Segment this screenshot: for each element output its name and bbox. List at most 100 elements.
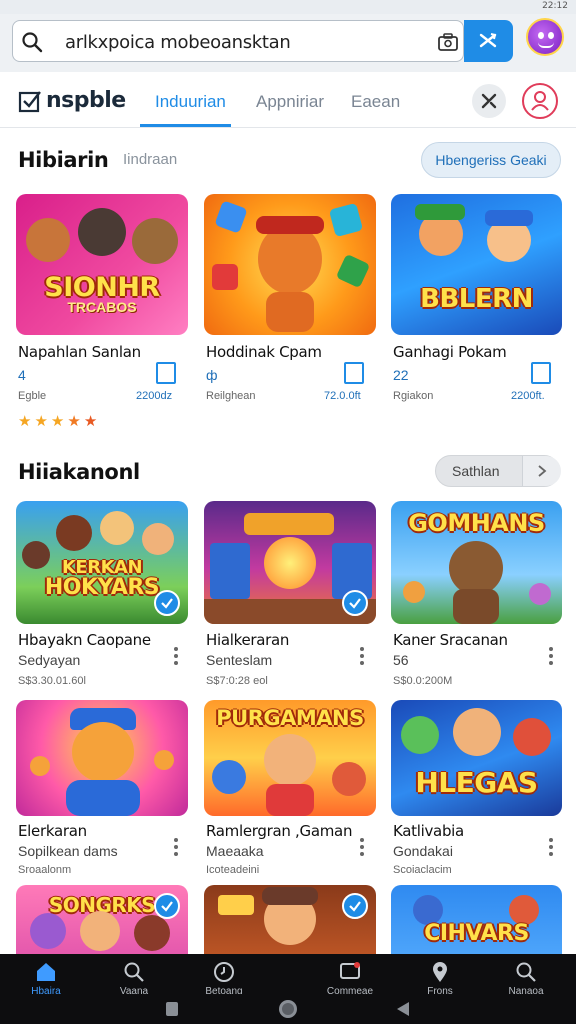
star-icon: ★ (83, 413, 98, 430)
search-bar: arlkxpoica mobeoansktan (0, 14, 576, 72)
search-submit-button[interactable] (464, 20, 513, 62)
game-art-subtitle: TRCABOS (67, 299, 137, 315)
character-hat (256, 216, 324, 234)
clock-icon (214, 962, 234, 982)
home-icon (37, 963, 55, 981)
game-thumbnail[interactable]: KERKAN HOKYARS (16, 501, 188, 624)
game-name: Hoddinak Cpam (206, 343, 322, 361)
game-card[interactable]: Elerkaran Sopilkean dams Sroaalonm (16, 700, 188, 880)
camera-icon[interactable] (437, 32, 459, 52)
game-thumbnail[interactable]: SIONHR TRCABOS (16, 194, 188, 335)
more-options-icon[interactable] (360, 838, 364, 859)
home-circle-icon[interactable] (277, 998, 299, 1020)
shuffle-icon (479, 33, 497, 48)
tab-eaean[interactable]: Eaean (351, 92, 400, 112)
character-hand (154, 750, 174, 770)
more-options-icon[interactable] (174, 838, 178, 859)
game-card[interactable]: CIHVARS (391, 885, 563, 954)
game-thumbnail[interactable]: PURGAMANS (204, 700, 376, 816)
back-triangle-icon[interactable] (395, 1000, 411, 1018)
game-thumbnail[interactable]: CIHVARS (391, 885, 562, 954)
more-options-icon[interactable] (549, 838, 553, 859)
bottom-nav-nanaoa[interactable]: Nanaoa (490, 960, 562, 997)
tools-button[interactable] (472, 84, 506, 118)
character-body (453, 589, 499, 624)
character (401, 716, 439, 754)
dice (212, 264, 238, 290)
arcade-machine (210, 543, 250, 599)
document-icon[interactable] (344, 362, 364, 384)
game-card[interactable]: SONGRKS (16, 885, 188, 954)
tab-appniriar[interactable]: Appniriar (256, 92, 324, 112)
game-thumbnail[interactable]: BBLERN (391, 194, 562, 335)
bottom-nav-commeae[interactable]: Commeae (314, 960, 386, 997)
game-thumbnail[interactable]: GOMHANS (391, 501, 562, 624)
game-card[interactable]: KERKAN HOKYARS Hbayakn Caopane Sedyayan … (16, 501, 188, 691)
game-art-title: CIHVARS (424, 921, 529, 946)
game-card[interactable]: PURGAMANS Ramlergran ,Gaman Maeaaka Icot… (204, 700, 376, 880)
more-options-icon[interactable] (360, 647, 364, 668)
game-price: Sroaalonm (18, 864, 72, 876)
active-tab-indicator (140, 124, 231, 127)
game-thumbnail[interactable]: HLEGAS (391, 700, 562, 816)
star-icon: ★ (34, 413, 48, 430)
document-icon[interactable] (531, 362, 551, 384)
game-name: Kaner Sracanan (393, 631, 508, 649)
bottom-nav-betoang[interactable]: Betoang (188, 960, 260, 997)
bottom-nav-frons[interactable]: Frons (404, 960, 476, 997)
character (132, 218, 178, 264)
game-developer: Sedyayan (18, 652, 81, 668)
game-thumbnail[interactable]: SONGRKS (16, 885, 188, 954)
game-price: Icoteadeini (206, 864, 260, 876)
profile-button[interactable] (522, 83, 558, 119)
tab-induurian[interactable]: Induurian (155, 92, 226, 112)
game-thumbnail[interactable] (204, 194, 376, 335)
bottom-nav-search[interactable]: Vaana (98, 960, 170, 997)
section-action-label: Sathlan (452, 463, 500, 479)
avatar-mouth (538, 42, 554, 48)
avatar-eye (538, 32, 544, 39)
back-square-icon[interactable] (164, 1000, 180, 1018)
character-hair (262, 887, 318, 905)
section-action-button[interactable]: Hbengeriss Geaki (421, 142, 561, 178)
game-card[interactable]: Hialkeraran Senteslam S$7:0:28 eol (204, 501, 376, 691)
search-icon (22, 32, 43, 53)
game-card[interactable] (204, 885, 376, 954)
top-nav: nspble Induurian Appniriar Eaean (0, 72, 576, 128)
game-card[interactable]: Hoddinak Cpam ф Reilghean 72.0.0ft (204, 194, 376, 404)
character (26, 218, 70, 262)
game-name: Ganhagi Pokam (393, 343, 507, 361)
game-thumbnail[interactable] (204, 885, 376, 954)
character-body (66, 780, 140, 816)
game-art-title: PURGAMANS (216, 706, 364, 730)
more-options-icon[interactable] (174, 647, 178, 668)
character-body (266, 292, 314, 332)
avatar[interactable] (526, 18, 564, 56)
character (264, 734, 316, 786)
game-card[interactable]: BBLERN Ganhagi Pokam 22 Rgiakon 2200ft. (391, 194, 563, 404)
character (403, 581, 425, 603)
search-icon (516, 962, 536, 982)
more-options-icon[interactable] (549, 647, 553, 668)
game-size: 2200dz (136, 390, 173, 402)
game-card[interactable]: HLEGAS Katlivabia Gondakai Scoiaclacim (391, 700, 563, 880)
game-name: Ramlergran ,Gaman (206, 822, 353, 840)
game-size: 72.0.0ft (324, 390, 361, 402)
section-action-button[interactable]: Sathlan (435, 455, 561, 487)
search-input[interactable]: arlkxpoica mobeoansktan (12, 20, 464, 62)
verified-check-icon (154, 893, 180, 919)
section-subtitle: Iindraan (123, 151, 178, 168)
character-hat (415, 204, 465, 220)
verified-check-icon (342, 893, 368, 919)
game-card[interactable]: SIONHR TRCABOS Napahlan Sanlan 4 Egble 2… (16, 194, 188, 404)
game-thumbnail[interactable] (204, 501, 376, 624)
game-developer: Senteslam (206, 652, 273, 668)
dice (328, 202, 364, 238)
document-icon[interactable] (156, 362, 176, 384)
game-thumbnail[interactable] (16, 700, 188, 816)
game-name: Hbayakn Caopane (18, 631, 151, 649)
bottom-nav-home[interactable]: Hbaira (10, 960, 82, 997)
game-card[interactable]: GOMHANS Kaner Sracanan 56 S$0.0:200M (391, 501, 563, 691)
game-meta: ф (206, 367, 218, 383)
explosion (264, 537, 316, 589)
